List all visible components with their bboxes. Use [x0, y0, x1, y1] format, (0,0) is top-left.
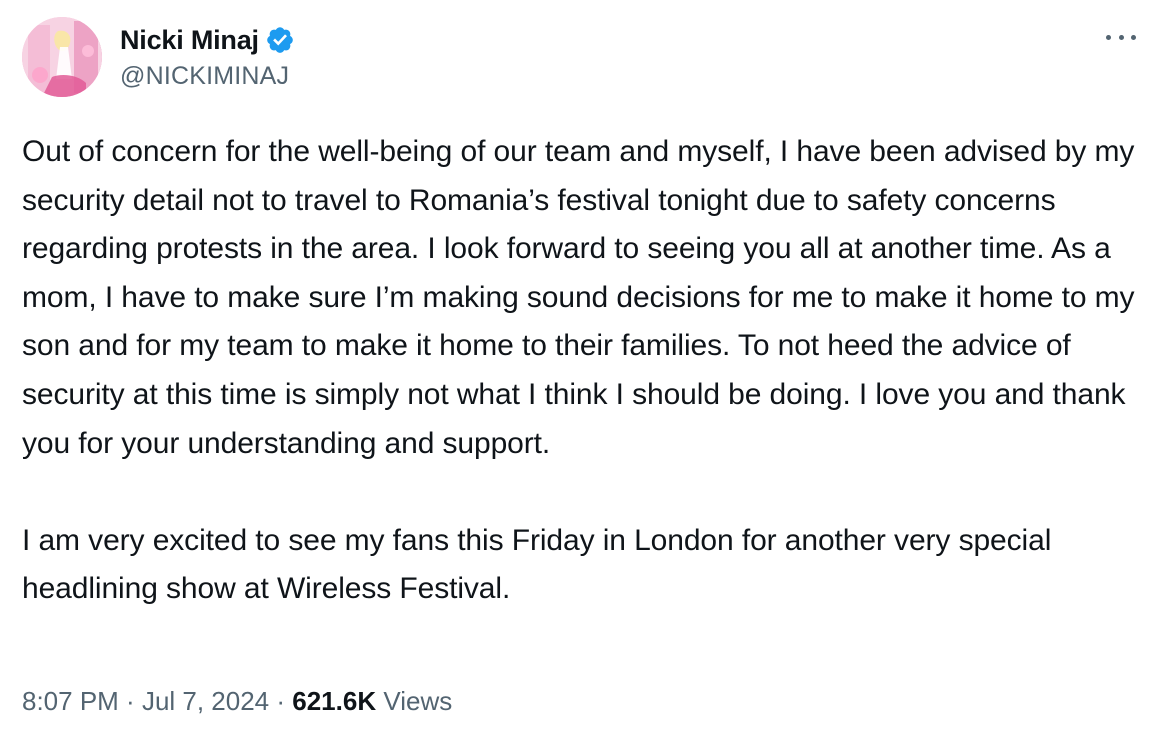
- avatar[interactable]: [22, 17, 102, 97]
- user-handle[interactable]: @NICKIMINAJ: [120, 62, 295, 91]
- tweet-meta: 8:07 PM · Jul 7, 2024 · 621.6K Views: [22, 686, 452, 717]
- tweet-date[interactable]: Jul 7, 2024: [142, 686, 269, 716]
- dot: [1118, 34, 1124, 40]
- tweet-time[interactable]: 8:07 PM: [22, 686, 119, 716]
- name-row: Nicki Minaj: [120, 20, 295, 60]
- separator: ·: [269, 686, 293, 716]
- tweet-text: Out of concern for the well-being of our…: [22, 128, 1152, 614]
- tweet-card: Nicki Minaj @NICKIMINAJ Out of concern f…: [0, 0, 1166, 750]
- verified-badge-icon[interactable]: [265, 25, 295, 55]
- separator: ·: [118, 686, 142, 716]
- more-dots-icon[interactable]: [1106, 22, 1136, 52]
- dot: [1131, 34, 1136, 40]
- views-label: Views: [376, 686, 453, 716]
- dot: [1106, 34, 1111, 40]
- tweet-paragraph-2: I am very excited to see my fans this Fr…: [22, 523, 1052, 606]
- author-block: Nicki Minaj @NICKIMINAJ: [120, 20, 295, 91]
- views-count[interactable]: 621.6K: [292, 686, 376, 716]
- display-name[interactable]: Nicki Minaj: [120, 25, 259, 56]
- avatar-image: [22, 17, 102, 97]
- tweet-paragraph-1: Out of concern for the well-being of our…: [22, 135, 1135, 460]
